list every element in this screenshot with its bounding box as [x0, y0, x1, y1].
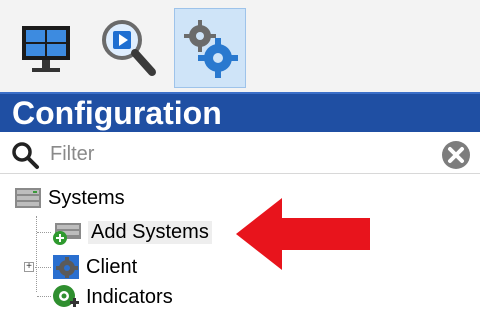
- monitor-grid-icon: [22, 26, 70, 72]
- client-gear-icon: [53, 255, 79, 279]
- tree-connector: [35, 267, 51, 268]
- tree-connector: [37, 232, 51, 233]
- clear-icon[interactable]: [440, 139, 472, 171]
- toolbar: [0, 0, 480, 92]
- search-view-button[interactable]: [92, 8, 164, 88]
- panel-header: Configuration: [0, 92, 480, 132]
- tree-item-label: Client: [86, 255, 138, 278]
- expand-toggle[interactable]: +: [24, 262, 34, 272]
- configuration-button[interactable]: [174, 8, 246, 88]
- add-server-icon: [53, 223, 81, 245]
- search-play-icon: [102, 20, 156, 76]
- tree-connector: [37, 296, 51, 297]
- search-icon: [12, 142, 39, 169]
- monitor-view-button[interactable]: [10, 8, 82, 88]
- server-icon: [15, 188, 41, 208]
- tree-item-add-systems[interactable]: Add Systems: [52, 217, 212, 247]
- annotation-arrow-icon: [236, 198, 370, 270]
- tree-item-label: Add Systems: [88, 220, 212, 244]
- filter-input[interactable]: [50, 140, 420, 168]
- tree-item-label: Indicators: [86, 285, 173, 308]
- tree-connector: [36, 216, 37, 292]
- panel-title: Configuration: [12, 95, 222, 131]
- tree-item-indicators[interactable]: Indicators: [52, 282, 173, 312]
- tree-item-systems[interactable]: Systems: [14, 183, 125, 213]
- add-indicator-icon: [53, 285, 79, 307]
- tree-item-client[interactable]: Client: [52, 252, 137, 282]
- tree-item-label: Systems: [48, 186, 125, 209]
- filter-bar: [0, 134, 480, 174]
- gears-icon: [184, 20, 238, 78]
